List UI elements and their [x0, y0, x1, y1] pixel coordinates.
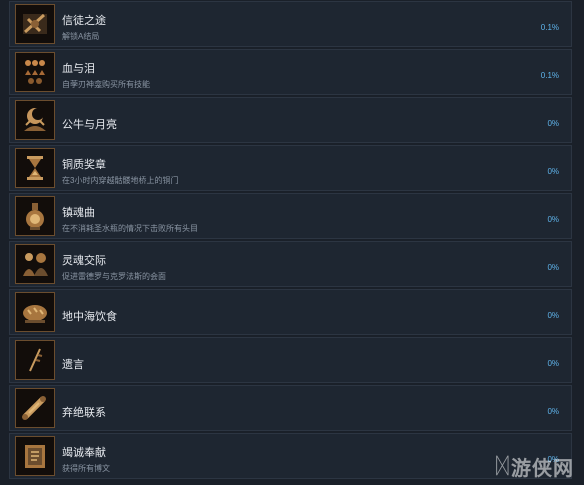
- achievement-description: 促进雷德罗与克罗法斯的会面: [62, 272, 166, 281]
- watermark-text: 游侠网: [511, 458, 574, 480]
- two-figures-icon: [15, 244, 55, 284]
- scroll-icon: [15, 388, 55, 428]
- achievement-title: 弃绝联系: [62, 407, 106, 419]
- achievement-title: 地中海饮食: [62, 311, 117, 323]
- achievement-title: 镇魂曲: [62, 207, 95, 219]
- achievement-description: 获得所有博文: [62, 464, 110, 473]
- cross-sword-icon: [15, 4, 55, 44]
- achievement-description: 自荸刃神龛购买所有技能: [62, 80, 150, 89]
- achievement-title: 铜质奖章: [62, 159, 106, 171]
- achievement-row[interactable]: 灵魂交际 促进雷德罗与克罗法斯的会面 0%: [9, 241, 572, 287]
- book-icon: [15, 436, 55, 476]
- achievement-row[interactable]: 竭诚奉献 获得所有博文 0%: [9, 433, 572, 479]
- achievement-row[interactable]: 遗言 0%: [9, 337, 572, 383]
- achievement-title: 公牛与月亮: [62, 119, 117, 131]
- unlock-percentage: 0%: [547, 311, 559, 320]
- achievement-row[interactable]: 铜质奖章 在3小时内穿越骷髅地桥上的铜门 0%: [9, 145, 572, 191]
- achievement-row[interactable]: 地中海饮食 0%: [9, 289, 572, 335]
- unlock-percentage: 0%: [547, 407, 559, 416]
- quill-icon: [15, 340, 55, 380]
- bread-icon: [15, 292, 55, 332]
- achievement-description: 解锁A结局: [62, 32, 100, 41]
- achievement-title: 血与泪: [62, 63, 95, 75]
- achievement-title: 灵魂交际: [62, 255, 106, 267]
- achievement-title: 遗言: [62, 359, 84, 371]
- achievement-description: 在3小时内穿越骷髅地桥上的铜门: [62, 176, 179, 185]
- unlock-percentage: 0%: [547, 215, 559, 224]
- unlock-percentage: 0.1%: [540, 23, 559, 32]
- unlock-percentage: 0.1%: [540, 71, 559, 80]
- flask-icon: [15, 196, 55, 236]
- watermark: ᛞ 游侠网: [496, 452, 574, 481]
- unlock-percentage: 0%: [547, 359, 559, 368]
- unlock-percentage: 0%: [547, 119, 559, 128]
- achievement-row[interactable]: 镇魂曲 在不消耗圣水瓶的情况下击败所有头目 0%: [9, 193, 572, 239]
- achievement-row[interactable]: 公牛与月亮 0%: [9, 97, 572, 143]
- hourglass-icon: [15, 148, 55, 188]
- blood-drops-icon: [15, 52, 55, 92]
- bull-moon-icon: [15, 100, 55, 140]
- achievement-row[interactable]: 血与泪 自荸刃神龛购买所有技能 0.1%: [9, 49, 572, 95]
- ali-logo-icon: ᛞ: [495, 454, 509, 479]
- achievement-title: 信徒之途: [62, 15, 106, 27]
- unlock-percentage: 0%: [547, 263, 559, 272]
- achievement-row[interactable]: 信徒之途 解锁A结局 0.1%: [9, 1, 572, 47]
- achievement-title: 竭诚奉献: [62, 447, 106, 459]
- achievement-row[interactable]: 弃绝联系 0%: [9, 385, 572, 431]
- unlock-percentage: 0%: [547, 167, 559, 176]
- achievement-description: 在不消耗圣水瓶的情况下击败所有头目: [62, 224, 198, 233]
